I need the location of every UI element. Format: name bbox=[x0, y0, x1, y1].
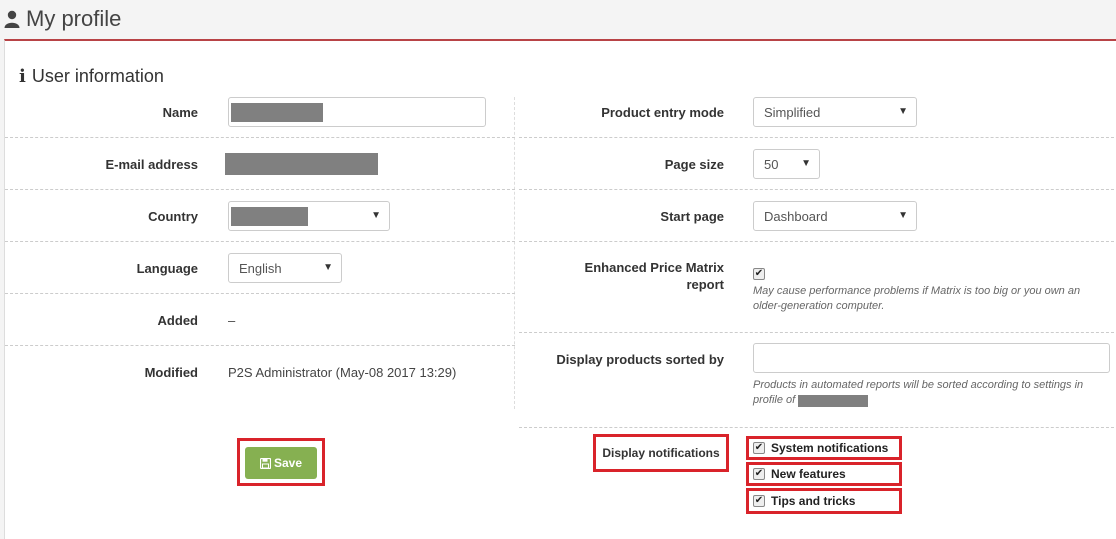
sorted-hint-line1: Products in automated reports will be so… bbox=[753, 379, 1084, 391]
added-row: Added – bbox=[5, 294, 515, 346]
tips-and-tricks-checkbox[interactable]: ✔ Tips and tricks bbox=[753, 494, 855, 508]
page-title: My profile bbox=[4, 4, 121, 34]
sorted-hint-line2: profile of bbox=[753, 394, 796, 406]
start-page-select[interactable]: Dashboard ▼ bbox=[753, 201, 917, 231]
page-size-row: Page size 50 ▼ bbox=[519, 138, 1116, 190]
language-value: English bbox=[239, 260, 282, 276]
section-title-text: User information bbox=[31, 66, 164, 86]
page-title-text: My profile bbox=[26, 6, 122, 31]
product-entry-value: Simplified bbox=[764, 104, 821, 120]
profile-card: i User information Name E-mail address C… bbox=[4, 39, 1116, 539]
tips-and-tricks-label: Tips and tricks bbox=[771, 494, 856, 508]
country-row: Country ▼ bbox=[5, 190, 515, 242]
product-entry-select[interactable]: Simplified ▼ bbox=[753, 97, 917, 127]
start-page-row: Start page Dashboard ▼ bbox=[519, 190, 1116, 242]
info-icon: i bbox=[19, 66, 26, 87]
email-value-redacted bbox=[225, 153, 378, 175]
page-size-label: Page size bbox=[664, 156, 724, 172]
modified-label: Modified bbox=[144, 364, 198, 380]
epm-label-line2: report bbox=[686, 277, 724, 292]
save-button-label: Save bbox=[273, 456, 303, 470]
name-row: Name bbox=[5, 86, 515, 138]
start-page-value: Dashboard bbox=[764, 208, 828, 224]
email-row: E-mail address bbox=[5, 138, 515, 190]
added-value: – bbox=[228, 312, 236, 328]
name-input[interactable] bbox=[228, 97, 486, 127]
redacted-value bbox=[231, 103, 323, 122]
epm-hint-line1: May cause performance problems if Matrix… bbox=[753, 285, 1081, 297]
product-entry-label: Product entry mode bbox=[601, 104, 724, 120]
country-label: Country bbox=[148, 208, 198, 224]
sorted-hint-line2-wrap: profile of bbox=[753, 393, 1103, 408]
chevron-down-icon: ▼ bbox=[801, 158, 811, 169]
language-select[interactable]: English ▼ bbox=[228, 253, 342, 283]
page-size-value: 50 bbox=[764, 156, 779, 172]
epm-checkbox[interactable]: ✔ bbox=[753, 263, 765, 281]
chevron-down-icon: ▼ bbox=[371, 210, 381, 221]
redacted-value bbox=[231, 207, 308, 226]
system-notifications-checkbox[interactable]: ✔ System notifications bbox=[753, 441, 888, 455]
check-icon: ✔ bbox=[753, 268, 765, 280]
new-features-checkbox[interactable]: ✔ New features bbox=[753, 467, 846, 481]
row-divider bbox=[519, 427, 1116, 428]
check-icon: ✔ bbox=[753, 442, 765, 454]
notifications-label: Display notifications bbox=[602, 446, 720, 460]
sorted-label: Display products sorted by bbox=[556, 352, 724, 367]
save-button[interactable]: Save bbox=[245, 447, 317, 479]
section-title: i User information bbox=[19, 66, 164, 87]
language-row: Language English ▼ bbox=[5, 242, 515, 294]
new-features-label: New features bbox=[771, 467, 846, 481]
floppy-disk-icon bbox=[259, 457, 271, 469]
check-icon: ✔ bbox=[753, 468, 765, 480]
country-select[interactable]: ▼ bbox=[228, 201, 390, 231]
sorted-hint: Products in automated reports will be so… bbox=[753, 378, 1103, 408]
language-label: Language bbox=[136, 260, 198, 276]
start-page-label: Start page bbox=[660, 208, 724, 224]
chevron-down-icon: ▼ bbox=[323, 262, 333, 273]
epm-hint: May cause performance problems if Matrix… bbox=[753, 284, 1093, 314]
name-label: Name bbox=[162, 104, 198, 120]
row-divider bbox=[519, 332, 1116, 333]
page-size-select[interactable]: 50 ▼ bbox=[753, 149, 820, 179]
sorted-input[interactable] bbox=[753, 343, 1110, 373]
row-divider bbox=[519, 241, 1116, 242]
chevron-down-icon: ▼ bbox=[898, 106, 908, 117]
chevron-down-icon: ▼ bbox=[898, 210, 908, 221]
product-entry-row: Product entry mode Simplified ▼ bbox=[519, 86, 1116, 138]
user-icon bbox=[4, 10, 20, 28]
check-icon: ✔ bbox=[753, 495, 765, 507]
epm-label-line1: Enhanced Price Matrix bbox=[584, 260, 724, 275]
epm-label: Enhanced Price Matrix report bbox=[519, 259, 724, 293]
system-notifications-label: System notifications bbox=[771, 441, 889, 455]
added-label: Added bbox=[157, 312, 198, 328]
modified-row: Modified P2S Administrator (May-08 2017 … bbox=[5, 346, 515, 398]
email-label: E-mail address bbox=[105, 156, 199, 172]
modified-value: P2S Administrator (May-08 2017 13:29) bbox=[228, 364, 457, 380]
epm-hint-line2: older-generation computer. bbox=[753, 300, 885, 312]
redacted-profile-name bbox=[798, 394, 869, 407]
